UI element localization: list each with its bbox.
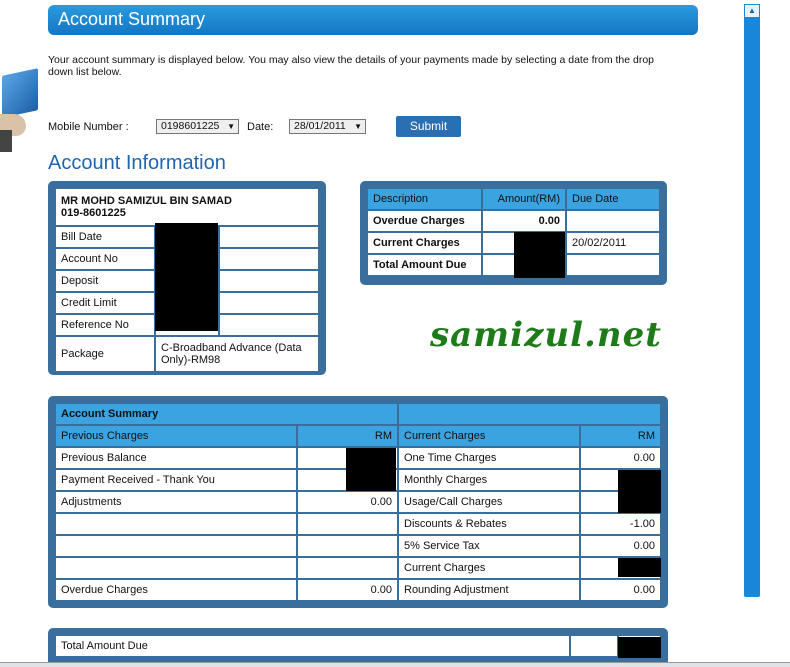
left-value: 0.00 bbox=[296, 490, 399, 514]
row-desc: Current Charges bbox=[366, 231, 483, 255]
date-value: 28/01/2011 bbox=[294, 120, 346, 132]
row-due bbox=[565, 209, 661, 233]
watermark-text: samizul.net bbox=[430, 315, 662, 355]
total-table: Total Amount Due bbox=[54, 634, 662, 658]
row-due: 20/02/2011 bbox=[565, 231, 661, 255]
row-extra bbox=[218, 269, 320, 293]
left-value: 0.00 bbox=[296, 578, 399, 602]
package-label: Package bbox=[54, 335, 156, 373]
intro-text: Your account summary is displayed below.… bbox=[48, 54, 655, 78]
table-row: Adjustments 0.00 Usage/Call Charges bbox=[54, 490, 662, 514]
current-rm-header: RM bbox=[579, 424, 662, 448]
table-row: Package C-Broadband Advance (Data Only)-… bbox=[54, 335, 320, 373]
previous-charges-header: Previous Charges bbox=[54, 424, 298, 448]
table-row: Discounts & Rebates -1.00 bbox=[54, 512, 662, 536]
redaction-block bbox=[618, 470, 661, 513]
col-header: Amount(RM) bbox=[481, 187, 567, 211]
table-header-row: Account Summary bbox=[54, 402, 662, 426]
right-label: One Time Charges bbox=[397, 446, 581, 470]
left-value bbox=[296, 534, 399, 558]
date-label: Date: bbox=[247, 121, 274, 133]
table-header-row: Description Amount(RM) Due Date bbox=[366, 187, 661, 211]
page-header-bar: Account Summary bbox=[48, 5, 698, 35]
left-label bbox=[54, 556, 298, 580]
row-label: Credit Limit bbox=[54, 291, 156, 315]
left-label bbox=[54, 512, 298, 536]
left-label: Previous Balance bbox=[54, 446, 298, 470]
row-label: Reference No bbox=[54, 313, 156, 337]
promo-cube-icon bbox=[2, 68, 38, 118]
vertical-scrollbar[interactable] bbox=[744, 4, 760, 597]
table-row: 5% Service Tax 0.00 bbox=[54, 534, 662, 558]
row-extra bbox=[218, 247, 320, 271]
left-label: Payment Received - Thank You bbox=[54, 468, 298, 492]
previous-rm-header: RM bbox=[296, 424, 399, 448]
total-spacer bbox=[569, 634, 619, 658]
row-label: Account No bbox=[54, 247, 156, 271]
package-value: C-Broadband Advance (Data Only)-RM98 bbox=[154, 335, 320, 373]
left-label: Overdue Charges bbox=[54, 578, 298, 602]
dropdown-arrow-icon: ▼ bbox=[354, 122, 362, 131]
left-label: Adjustments bbox=[54, 490, 298, 514]
date-select[interactable]: 28/01/2011 ▼ bbox=[289, 119, 366, 134]
right-label: Rounding Adjustment bbox=[397, 578, 581, 602]
customer-name: MR MOHD SAMIZUL BIN SAMAD bbox=[61, 195, 232, 207]
current-charges-header: Current Charges bbox=[397, 424, 581, 448]
summary-title: Account Summary bbox=[54, 402, 399, 426]
left-value bbox=[296, 556, 399, 580]
row-desc: Overdue Charges bbox=[366, 209, 483, 233]
right-label: Discounts & Rebates bbox=[397, 512, 581, 536]
left-value bbox=[296, 512, 399, 536]
row-label: Deposit bbox=[54, 269, 156, 293]
row-extra bbox=[218, 225, 320, 249]
mobile-number-select[interactable]: 0198601225 ▼ bbox=[156, 119, 239, 134]
table-row: Overdue Charges 0.00 Rounding Adjustment 0.… bbox=[54, 578, 662, 602]
mobile-number-value: 0198601225 bbox=[161, 120, 220, 132]
right-label: Current Charges bbox=[397, 556, 581, 580]
redaction-block bbox=[618, 558, 661, 577]
left-label bbox=[54, 534, 298, 558]
redaction-block bbox=[346, 448, 396, 491]
col-header: Due Date bbox=[565, 187, 661, 211]
scroll-up-arrow-icon[interactable]: ▲ bbox=[744, 4, 760, 18]
redaction-block bbox=[618, 637, 661, 658]
row-extra bbox=[218, 291, 320, 315]
right-value: -1.00 bbox=[579, 512, 662, 536]
row-desc: Total Amount Due bbox=[366, 253, 483, 277]
promo-cube-graphic bbox=[0, 62, 40, 154]
right-value: 0.00 bbox=[579, 578, 662, 602]
row-extra bbox=[218, 313, 320, 337]
row-label: Bill Date bbox=[54, 225, 156, 249]
dropdown-arrow-icon: ▼ bbox=[227, 122, 235, 131]
row-amount: 0.00 bbox=[481, 209, 567, 233]
sleeve-graphic bbox=[0, 130, 12, 152]
table-row: Overdue Charges 0.00 bbox=[366, 209, 661, 233]
summary-table: Account Summary Previous Charges RM Curr… bbox=[54, 402, 662, 602]
browser-bottom-bar bbox=[0, 662, 790, 667]
summary-title-right bbox=[397, 402, 662, 426]
redaction-block bbox=[514, 232, 565, 278]
right-label: Monthly Charges bbox=[397, 468, 581, 492]
table-header-row: Previous Charges RM Current Charges RM bbox=[54, 424, 662, 448]
table-row: Current Charges bbox=[54, 556, 662, 580]
total-label: Total Amount Due bbox=[54, 634, 571, 658]
mobile-number-label: Mobile Number : bbox=[48, 121, 129, 133]
right-label: 5% Service Tax bbox=[397, 534, 581, 558]
row-due bbox=[565, 253, 661, 277]
right-value: 0.00 bbox=[579, 534, 662, 558]
submit-button[interactable]: Submit bbox=[396, 116, 461, 137]
account-information-title: Account Information bbox=[48, 152, 226, 174]
col-header: Description bbox=[366, 187, 483, 211]
customer-phone: 019-8601225 bbox=[61, 207, 126, 219]
redaction-block bbox=[155, 223, 218, 331]
right-value: 0.00 bbox=[579, 446, 662, 470]
page-title: Account Summary bbox=[58, 9, 206, 29]
table-row: Total Amount Due bbox=[54, 634, 662, 658]
right-label: Usage/Call Charges bbox=[397, 490, 581, 514]
customer-cell: MR MOHD SAMIZUL BIN SAMAD 019-8601225 bbox=[54, 187, 320, 227]
